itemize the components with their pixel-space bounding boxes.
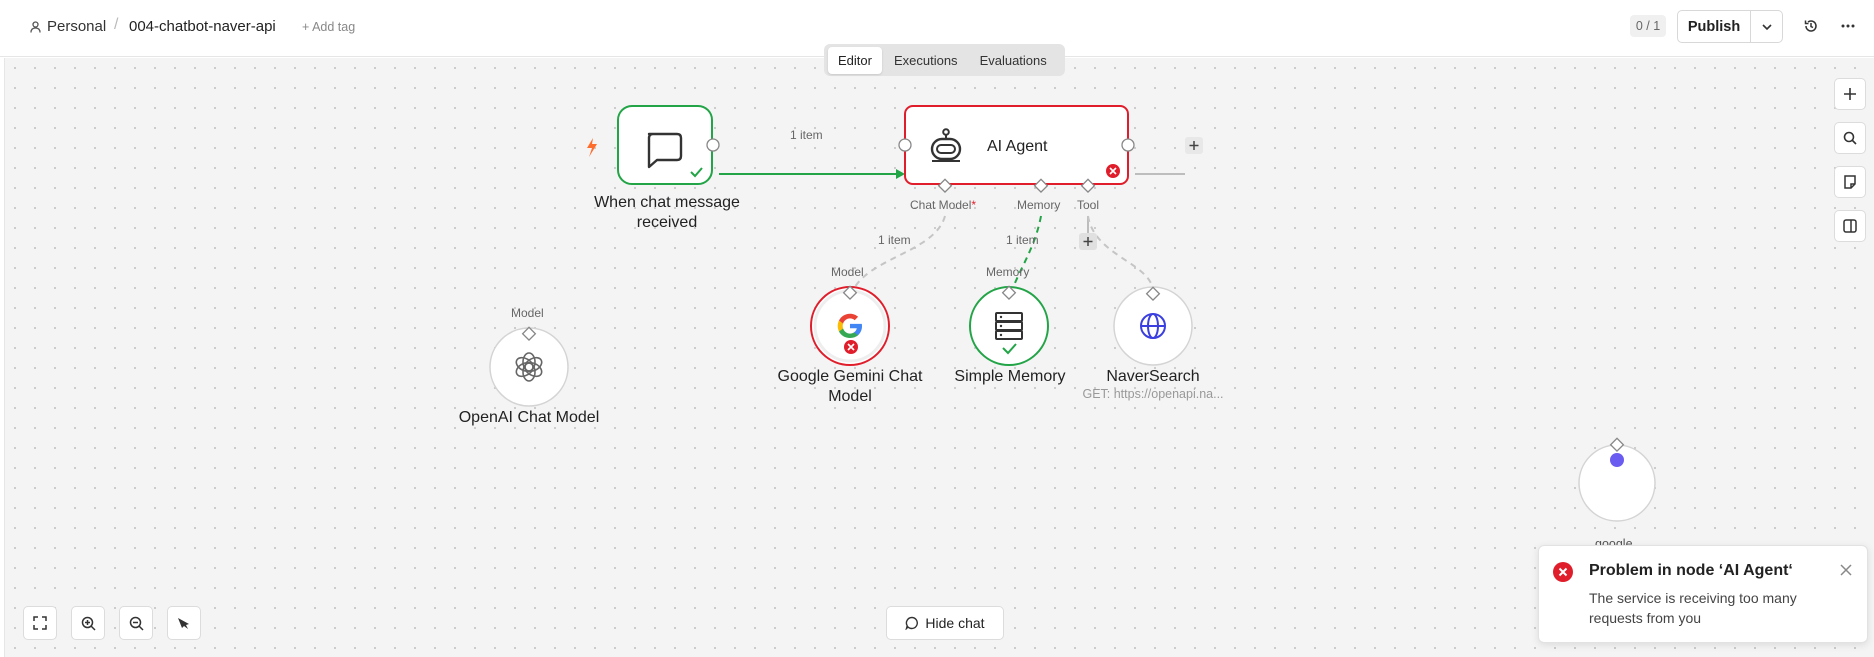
chat-model-port-label: Chat Model* bbox=[910, 198, 976, 212]
breadcrumb-owner[interactable]: Personal bbox=[30, 18, 106, 35]
fullscreen-icon bbox=[33, 616, 47, 630]
error-icon bbox=[1553, 562, 1573, 582]
hide-chat-label: Hide chat bbox=[925, 615, 985, 631]
trigger-agent-connection-label: 1 item bbox=[790, 128, 823, 142]
more-options-button[interactable] bbox=[1838, 16, 1858, 36]
search-icon bbox=[1843, 131, 1857, 145]
required-mark: * bbox=[971, 198, 977, 212]
breadcrumb-separator: / bbox=[114, 16, 119, 33]
tool-port-label: Tool bbox=[1077, 198, 1100, 212]
gemini-node-label: Google Gemini Chat Model bbox=[755, 367, 945, 407]
trigger-label-line2: received bbox=[636, 214, 698, 231]
panel-icon bbox=[1843, 219, 1857, 233]
add-node-toolbar-button[interactable] bbox=[1834, 78, 1866, 110]
simple-memory-label: Simple Memory bbox=[954, 368, 1066, 385]
memory-connection-label: 1 item bbox=[1006, 233, 1039, 247]
model-connection-label: 1 item bbox=[878, 233, 911, 247]
trigger-output-port bbox=[706, 138, 720, 152]
naver-search-subtitle: GET: https://openapi.na... bbox=[1082, 387, 1224, 401]
agent-output-port bbox=[1121, 138, 1135, 152]
trigger-node-label: When chat message received bbox=[572, 193, 762, 233]
memory-port-label: Memory bbox=[1017, 198, 1061, 212]
ai-agent-node-label: AI Agent bbox=[987, 138, 1048, 155]
toast-message: The service is receiving too many reques… bbox=[1589, 590, 1797, 626]
error-toast: Problem in node ‘AI Agent‘ The service i… bbox=[1538, 545, 1868, 643]
chat-model-port-text: Chat Model bbox=[910, 198, 972, 212]
tab-evaluations[interactable]: Evaluations bbox=[970, 47, 1057, 74]
breadcrumb-owner-label: Personal bbox=[47, 18, 107, 35]
history-button[interactable] bbox=[1801, 16, 1821, 36]
naver-search-label: NaverSearch bbox=[1106, 368, 1200, 385]
memory-node-port-label: Memory bbox=[986, 265, 1030, 279]
tab-editor[interactable]: Editor bbox=[828, 46, 882, 74]
chat-icon bbox=[905, 616, 919, 630]
gemini-port-label: Model bbox=[831, 265, 864, 279]
model-connection bbox=[851, 215, 946, 294]
agent-input-port bbox=[898, 138, 912, 152]
toast-title: Problem in node ‘AI Agent‘ bbox=[1589, 562, 1793, 579]
publish-button[interactable]: Publish bbox=[1678, 11, 1750, 42]
hide-chat-button[interactable]: Hide chat bbox=[886, 606, 1004, 640]
tool-connection bbox=[1087, 215, 1155, 295]
toast-close-button[interactable] bbox=[1840, 563, 1852, 581]
tidy-up-button[interactable] bbox=[167, 606, 201, 640]
gemini-label-line2: Model bbox=[828, 388, 872, 405]
user-icon bbox=[30, 20, 41, 33]
fit-view-button[interactable] bbox=[23, 606, 57, 640]
openai-node-label: OpenAI Chat Model bbox=[458, 409, 600, 426]
bolt-icon bbox=[587, 138, 597, 157]
view-tabs: Editor Executions Evaluations bbox=[824, 44, 1065, 76]
active-counter-badge: 0 / 1 bbox=[1630, 15, 1666, 37]
toggle-panel-button[interactable] bbox=[1834, 210, 1866, 242]
chevron-down-icon bbox=[1761, 23, 1772, 30]
memory-connection bbox=[1010, 215, 1042, 294]
partial-node-icon bbox=[1610, 453, 1624, 467]
sticky-note-button[interactable] bbox=[1834, 166, 1866, 198]
zoom-in-icon bbox=[81, 616, 96, 631]
add-tag-button[interactable]: + Add tag bbox=[302, 20, 355, 34]
sticky-note-icon bbox=[1844, 175, 1856, 189]
close-icon bbox=[1840, 564, 1852, 576]
search-nodes-button[interactable] bbox=[1834, 122, 1866, 154]
zoom-out-button[interactable] bbox=[119, 606, 153, 640]
publish-button-group: Publish bbox=[1677, 10, 1783, 43]
trigger-label-line1: When chat message bbox=[594, 194, 740, 211]
zoom-in-button[interactable] bbox=[71, 606, 105, 640]
connection-arrow bbox=[896, 169, 905, 179]
workflow-name[interactable]: 004-chatbot-naver-api bbox=[129, 18, 276, 35]
gemini-label-line1: Google Gemini Chat bbox=[777, 368, 923, 385]
more-icon bbox=[1841, 24, 1855, 28]
broom-icon bbox=[178, 618, 189, 629]
openai-port-label: Model bbox=[511, 306, 544, 320]
plus-icon bbox=[1844, 88, 1856, 100]
history-icon bbox=[1804, 20, 1817, 32]
publish-dropdown-button[interactable] bbox=[1750, 11, 1782, 42]
tab-executions[interactable]: Executions bbox=[884, 47, 968, 74]
zoom-out-icon bbox=[129, 616, 144, 631]
